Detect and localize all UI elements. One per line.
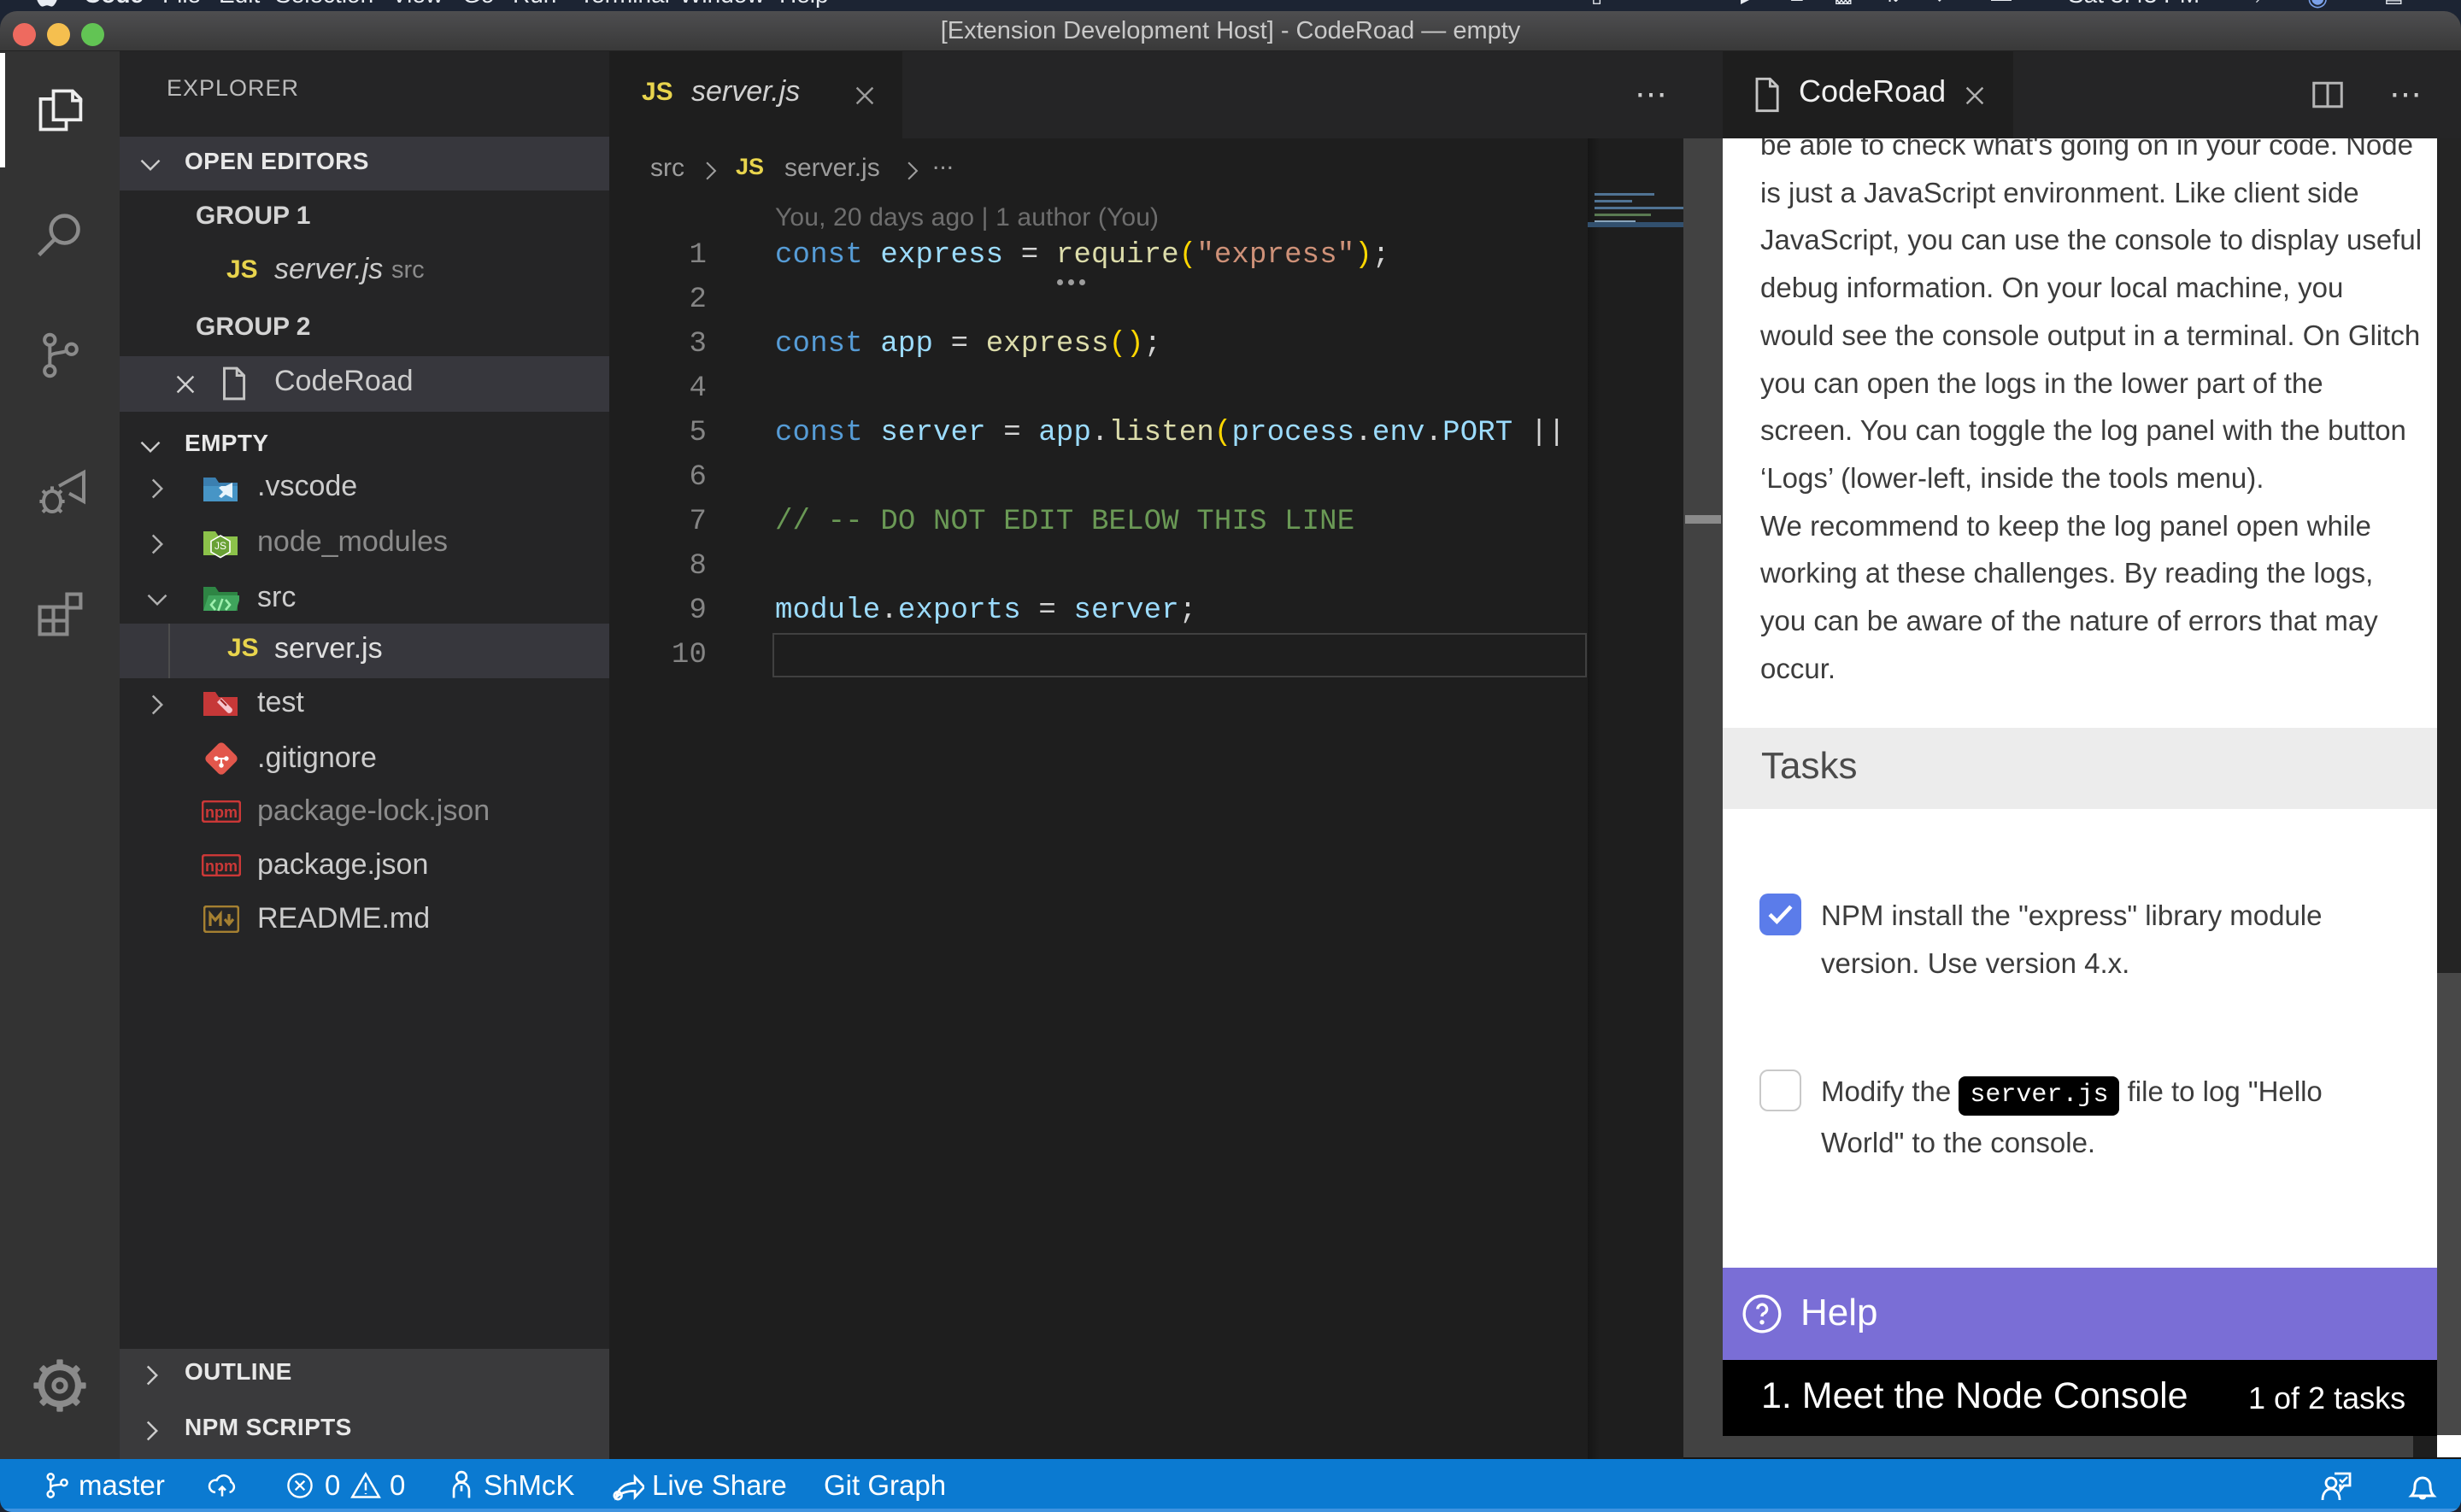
svg-text:npm: npm bbox=[205, 858, 238, 875]
svg-text:JS: JS bbox=[214, 540, 226, 552]
svg-text:npm: npm bbox=[205, 804, 238, 821]
